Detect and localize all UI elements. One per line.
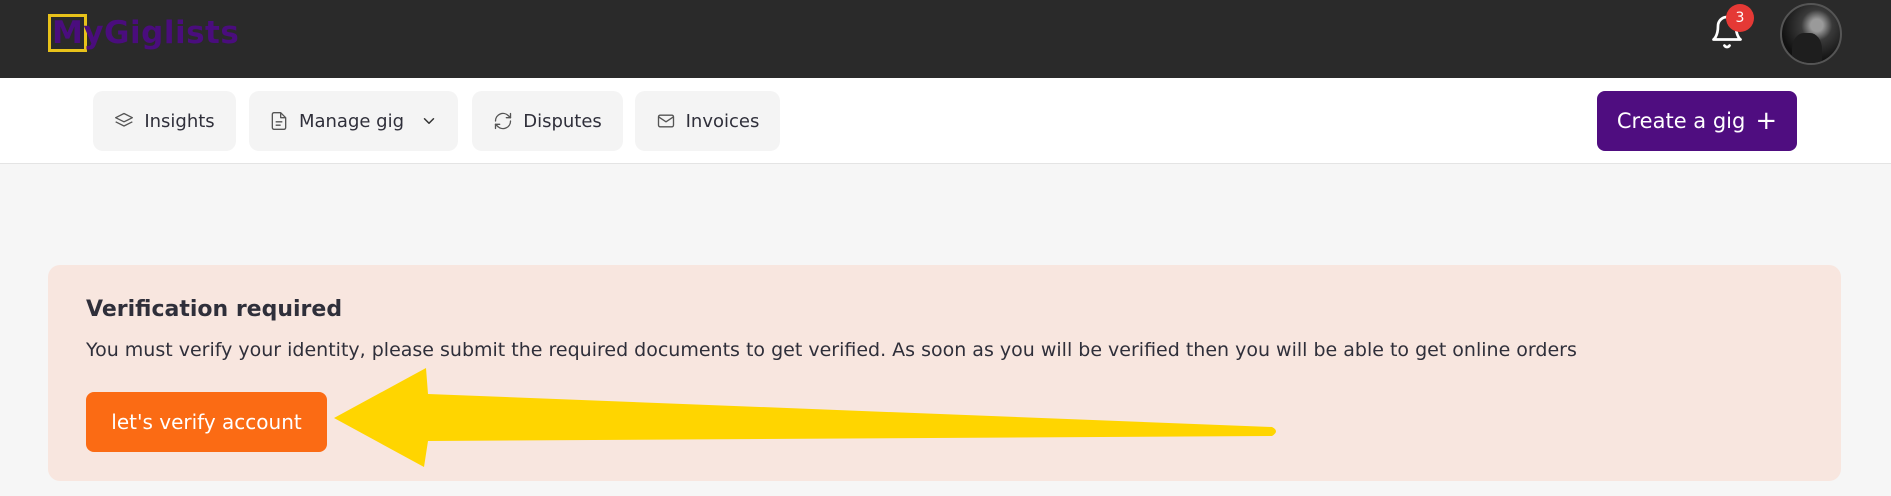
top-bar: MyGiglists 3 [0,0,1891,78]
tab-disputes[interactable]: Disputes [472,91,623,151]
refresh-icon [495,112,512,130]
mail-icon [657,114,674,128]
create-gig-button[interactable]: Create a gig + [1597,91,1797,151]
alert-message: You must verify your identity, please su… [86,339,1577,361]
tab-invoices[interactable]: Invoices [635,91,780,151]
verify-account-button[interactable]: let's verify account [86,392,327,452]
tab-disputes-label: Disputes [523,110,602,132]
tab-manage-gig-label: Manage gig [298,110,405,132]
tab-insights[interactable]: Insights [93,91,236,151]
plus-icon: + [1755,106,1778,136]
verification-alert: Verification required You must verify yo… [48,265,1841,481]
chevron-down-icon [423,118,435,124]
alert-title: Verification required [86,297,343,322]
notification-count-badge: 3 [1726,4,1754,32]
brand-logo[interactable]: MyGiglists [48,14,239,52]
tab-manage-gig[interactable]: Manage gig [249,91,458,151]
brand-name: MyGiglists [52,15,240,51]
layers-icon [115,112,134,127]
create-gig-label: Create a gig [1616,109,1746,133]
user-avatar[interactable] [1780,3,1842,65]
tab-invoices-label: Invoices [685,110,760,132]
document-icon [271,112,287,130]
tab-insights-label: Insights [144,110,215,132]
